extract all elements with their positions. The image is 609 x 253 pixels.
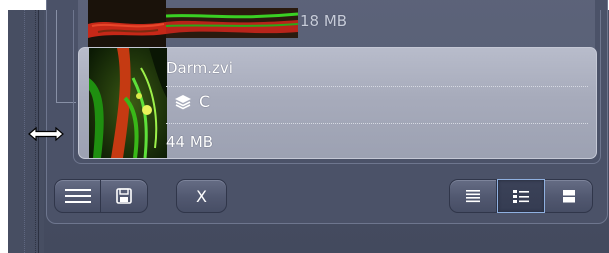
view-mode-group [449,179,593,213]
save-icon [116,188,132,204]
close-button[interactable]: X [176,179,227,213]
list-view-icon [466,190,480,203]
resize-cursor-icon [28,126,64,142]
splitter-grip [24,10,25,253]
file-name: Darm.zvi [166,59,233,77]
large-view-icon [562,190,575,203]
file-thumbnail [89,48,167,158]
save-button[interactable] [101,179,148,213]
large-view-button[interactable] [545,179,593,213]
detail-view-button[interactable] [497,179,545,213]
list-lines-icon [64,189,91,203]
file-item-selected[interactable]: Darm.zvi C 44 MB [78,47,597,159]
list-tools [54,179,148,213]
close-label: X [196,186,207,206]
app-window: 18 MB Darm.zvi C 44 MB X [8,0,609,253]
list-toggle-button[interactable] [54,179,101,213]
divider [166,86,588,87]
channel-info: C [174,92,210,111]
detail-view-icon [513,190,529,203]
file-size: 44 MB [166,133,214,151]
channel-label: C [199,92,211,111]
layers-icon [175,94,191,109]
tree-connector [56,10,57,103]
file-size: 18 MB [300,12,348,30]
list-view-button[interactable] [449,179,497,213]
file-thumbnail-strip [166,8,298,38]
divider [166,123,588,124]
